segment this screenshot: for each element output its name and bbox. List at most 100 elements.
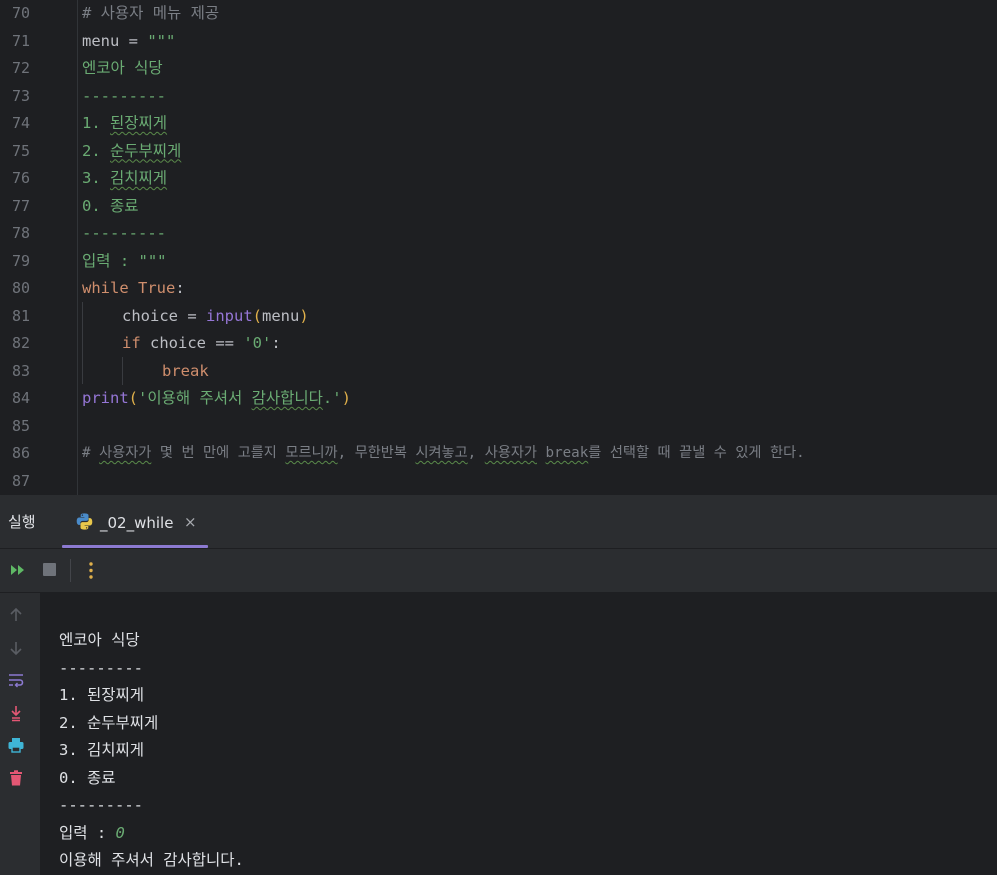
console-line: 이용해 주셔서 감사합니다. bbox=[59, 851, 244, 869]
code-line-70: # 사용자 메뉴 제공 bbox=[82, 4, 220, 22]
toolbar-separator bbox=[70, 559, 71, 582]
line-number: 87 bbox=[11, 471, 30, 490]
console-line: 엔코아 식당 bbox=[59, 631, 140, 649]
code-token: print bbox=[82, 389, 129, 407]
line-number: 82 bbox=[11, 334, 30, 352]
trash-icon[interactable] bbox=[7, 769, 25, 787]
code-token: while bbox=[82, 279, 129, 297]
run-panel-title: 실행 bbox=[8, 513, 36, 531]
run-panel-header: 실행 _02_while × bbox=[0, 495, 997, 549]
console-user-input: 0 bbox=[115, 823, 125, 842]
code-token: menu bbox=[82, 31, 120, 50]
tab-02-while[interactable]: _02_while × bbox=[62, 495, 208, 548]
code-token: , 무한반복 bbox=[337, 445, 416, 461]
code-token: ( bbox=[252, 306, 263, 325]
code-line-86: # 사용자가 몇 번 만에 고를지 모르니까, 무한반복 시켜놓고, 사용자가 … bbox=[82, 440, 805, 468]
code-token: = bbox=[119, 31, 148, 50]
code-token: : bbox=[175, 279, 185, 297]
line-number: 72 bbox=[11, 59, 30, 77]
line-number: 80 bbox=[11, 279, 30, 297]
console-line: 입력 : 0 bbox=[59, 820, 125, 848]
code-line-83: break bbox=[162, 361, 209, 380]
code-line-75: 2. 순두부찌게 bbox=[82, 138, 181, 166]
code-token: break bbox=[545, 445, 589, 461]
code-token: choice == bbox=[140, 334, 244, 352]
line-number: 70 bbox=[11, 4, 30, 22]
console-side-toolbar bbox=[0, 593, 41, 875]
code-token: 된장찌게 bbox=[110, 114, 168, 132]
console-line: 3. 김치찌게 bbox=[59, 741, 145, 759]
code-line-76: 3. 김치찌게 bbox=[82, 165, 167, 193]
code-line-84: print('이용해 주셔서 감사합니다.') bbox=[82, 385, 351, 413]
line-number: 84 bbox=[11, 389, 30, 407]
gutter-divider bbox=[77, 0, 78, 495]
code-editor[interactable]: 70 71 72 73 74 75 76 77 78 79 80 81 82 8… bbox=[0, 0, 997, 495]
rerun-icon[interactable] bbox=[9, 561, 27, 579]
code-line-78: --------- bbox=[82, 224, 166, 242]
code-token: 사용자가 bbox=[99, 445, 152, 461]
console-line: 1. 된장찌게 bbox=[59, 686, 145, 704]
line-number: 81 bbox=[11, 306, 30, 325]
python-icon bbox=[76, 513, 93, 530]
code-line-81: choice = input(menu) bbox=[122, 303, 309, 331]
code-line-74: 1. 된장찌게 bbox=[82, 110, 167, 138]
code-token: 시켜놓고 bbox=[415, 445, 468, 461]
line-number: 79 bbox=[11, 251, 30, 270]
code-token: """ bbox=[147, 31, 176, 50]
run-toolbar bbox=[0, 549, 997, 593]
arrow-down-icon[interactable] bbox=[7, 639, 25, 657]
code-token: 모르니까 bbox=[285, 445, 338, 461]
console-line: --------- bbox=[59, 796, 143, 814]
tab-label: _02_while bbox=[100, 514, 174, 532]
code-line-71: menu = """ bbox=[82, 28, 175, 56]
line-number: 86 bbox=[11, 444, 30, 462]
code-token: '0' bbox=[243, 334, 272, 352]
console-line: 0. 종료 bbox=[59, 768, 116, 787]
active-tab-indicator bbox=[62, 545, 208, 548]
code-token: '이용해 주셔서 bbox=[138, 389, 252, 407]
code-token: 3. bbox=[82, 169, 110, 187]
code-token: 2. bbox=[82, 141, 110, 160]
close-icon[interactable]: × bbox=[184, 513, 197, 531]
code-token: 1. bbox=[82, 114, 110, 132]
console-line: 2. 순두부찌게 bbox=[59, 713, 159, 732]
code-token: ) bbox=[299, 306, 309, 325]
code-line-73: --------- bbox=[82, 86, 166, 105]
indent-guide bbox=[82, 302, 83, 384]
line-number: 78 bbox=[11, 224, 30, 242]
code-token: 사용자가 bbox=[484, 445, 537, 461]
code-token: = bbox=[178, 306, 206, 325]
console-output[interactable]: 엔코아 식당 --------- 1. 된장찌게 2. 순두부찌게 3. 김치찌… bbox=[41, 593, 997, 875]
code-token: 를 선택할 때 끝낼 수 있게 한다. bbox=[588, 445, 805, 461]
line-number: 85 bbox=[11, 416, 30, 435]
print-icon[interactable] bbox=[7, 736, 25, 754]
code-token: : bbox=[271, 334, 281, 352]
code-token: True bbox=[138, 279, 176, 297]
line-number: 74 bbox=[11, 114, 30, 132]
code-token: input bbox=[206, 306, 253, 325]
code-token: # bbox=[82, 445, 100, 461]
code-line-80: while True: bbox=[82, 275, 185, 303]
soft-wrap-icon[interactable] bbox=[7, 671, 25, 689]
line-number: 71 bbox=[11, 31, 30, 50]
code-token: choice bbox=[122, 306, 178, 325]
line-number: 83 bbox=[11, 361, 30, 380]
code-token: 순두부찌게 bbox=[110, 141, 182, 160]
line-number: 75 bbox=[11, 141, 30, 160]
console-line: --------- bbox=[59, 658, 143, 677]
line-number: 76 bbox=[11, 169, 30, 187]
code-token: ( bbox=[128, 389, 139, 407]
code-token: menu bbox=[262, 306, 300, 325]
code-token: ) bbox=[341, 389, 351, 407]
scroll-to-end-icon[interactable] bbox=[7, 704, 25, 722]
arrow-up-icon[interactable] bbox=[7, 606, 25, 624]
more-vertical-icon[interactable] bbox=[88, 561, 94, 580]
line-number: 73 bbox=[11, 86, 30, 105]
stop-icon[interactable] bbox=[43, 563, 56, 576]
code-line-79: 입력 : """ bbox=[82, 251, 167, 270]
code-token: 몇 번 만에 고를지 bbox=[151, 445, 286, 461]
console-prompt: 입력 : bbox=[59, 823, 116, 842]
code-line-72: 엔코아 식당 bbox=[82, 59, 163, 77]
code-line-77: 0. 종료 bbox=[82, 196, 139, 215]
